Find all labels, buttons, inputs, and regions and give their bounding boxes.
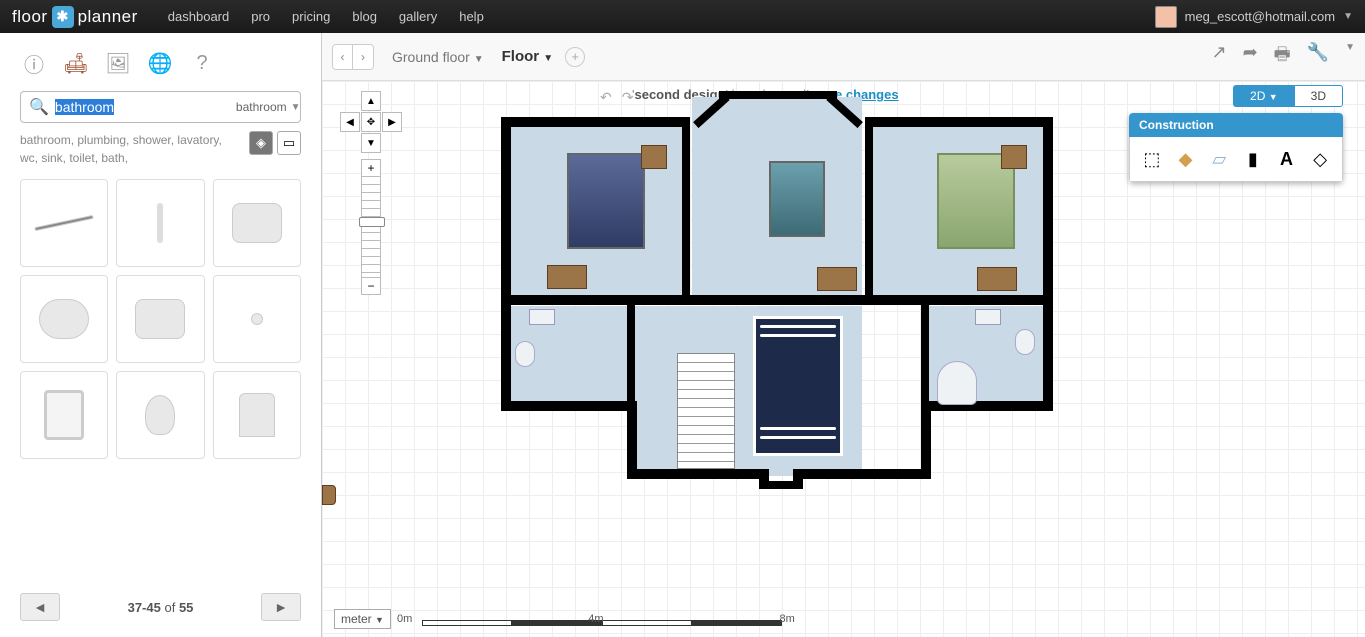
media-icon[interactable]: 🖼 <box>104 49 132 77</box>
add-floor-button[interactable]: + <box>565 47 585 67</box>
view-3d-button[interactable]: ◈ <box>249 131 273 155</box>
view-toggle: ◈ ▭ <box>249 131 301 155</box>
door-tool[interactable]: ▮ <box>1239 145 1267 173</box>
pan-zoom-control: ▲ ◀✥▶ ▼ + − <box>340 91 402 295</box>
furniture-icon[interactable]: 🛋 <box>62 49 90 77</box>
tags-row: bathroom, plumbing, shower, lavatory, wc… <box>20 131 301 167</box>
info-icon[interactable]: ⓘ <box>20 49 48 77</box>
nav-pro[interactable]: pro <box>251 9 270 24</box>
globe-icon[interactable]: 🌐 <box>146 49 174 77</box>
zoom-slider[interactable] <box>361 177 381 277</box>
logo-icon: ✱ <box>52 6 74 28</box>
history-forward-button[interactable]: › <box>353 45 373 69</box>
logo-text-2: planner <box>78 7 138 27</box>
draw-room-tool[interactable]: ⬚ <box>1138 145 1166 173</box>
sidebar-toolbar: ⓘ 🛋 🖼 🌐 ? <box>0 49 321 91</box>
logo-text-1: floor <box>12 7 48 27</box>
text-tool[interactable]: A <box>1273 145 1301 173</box>
item-urinal[interactable] <box>116 371 204 459</box>
grid-canvas[interactable]: ↶ ↷ 'second design' has changed! save ch… <box>322 81 1365 637</box>
pager-prev-button[interactable]: ◄ <box>20 593 60 621</box>
pan-up-button[interactable]: ▲ <box>361 91 381 111</box>
sidebar: ⓘ 🛋 🖼 🌐 ? 🔍 bathroom ▼ bathroom, plumbin… <box>0 33 322 637</box>
search-input[interactable] <box>55 99 236 115</box>
dimension-tool[interactable]: ◇ <box>1306 145 1334 173</box>
zoom-thumb[interactable] <box>359 217 385 227</box>
chevron-down-icon: ▼ <box>1343 11 1353 22</box>
items-grid <box>0 175 321 469</box>
pan-down-button[interactable]: ▼ <box>361 133 381 153</box>
construction-tools: ⬚ ◆ ▱ ▮ A ◇ <box>1129 137 1343 182</box>
pager-next-button[interactable]: ► <box>261 593 301 621</box>
scale-0: 0m <box>397 613 412 625</box>
filter-dropdown[interactable]: bathroom <box>236 100 287 114</box>
floor-name-dropdown[interactable]: Floor ▼ <box>502 48 554 65</box>
pager: ◄ 37-45 of 55 ► <box>0 577 321 637</box>
view-mode-toggle: 2D ▼ 3D <box>1233 85 1343 107</box>
canvas-toolbar: ‹ › Ground floor ▼ Floor ▼ + ↗ ➦ 🖶 🔧 ▼ <box>322 33 1365 81</box>
item-drain[interactable] <box>20 179 108 267</box>
view-2d-button[interactable]: ▭ <box>277 131 301 155</box>
construction-panel: Construction ⬚ ◆ ▱ ▮ A ◇ <box>1129 113 1343 182</box>
search-icon: 🔍 <box>29 97 49 117</box>
item-shower-head[interactable] <box>213 275 301 363</box>
item-bathtub-1[interactable] <box>213 179 301 267</box>
draw-wall-tool[interactable]: ◆ <box>1172 145 1200 173</box>
scale-8: 8m <box>780 613 795 625</box>
settings-icon[interactable]: 🔧 <box>1307 42 1329 72</box>
user-menu[interactable]: meg_escott@hotmail.com ▼ <box>1155 6 1353 28</box>
pan-left-button[interactable]: ◀ <box>340 112 360 132</box>
chevron-down-icon: ▼ <box>291 102 301 113</box>
nav-links: dashboard pro pricing blog gallery help <box>168 9 484 24</box>
avatar-icon <box>1155 6 1177 28</box>
item-mirror[interactable] <box>20 371 108 459</box>
top-navbar: floor ✱ planner dashboard pro pricing bl… <box>0 0 1365 33</box>
nav-dashboard[interactable]: dashboard <box>168 9 229 24</box>
nav-pricing[interactable]: pricing <box>292 9 330 24</box>
print-icon[interactable]: 🖶 <box>1274 42 1291 72</box>
item-tub-oval[interactable] <box>20 275 108 363</box>
nav-gallery[interactable]: gallery <box>399 9 437 24</box>
search-box: 🔍 bathroom ▼ <box>20 91 301 123</box>
construction-header[interactable]: Construction <box>1129 113 1343 137</box>
logo[interactable]: floor ✱ planner <box>12 6 138 28</box>
tag-list: bathroom, plumbing, shower, lavatory, wc… <box>20 131 241 167</box>
share-icon[interactable]: ➦ <box>1243 42 1258 72</box>
item-bathtub-2[interactable] <box>116 275 204 363</box>
pager-status: 37-45 of 55 <box>128 600 194 615</box>
view-2d-button[interactable]: 2D ▼ <box>1233 85 1294 107</box>
zoom-control: + − <box>361 159 381 295</box>
user-email: meg_escott@hotmail.com <box>1185 9 1335 24</box>
view-3d-button[interactable]: 3D <box>1294 85 1343 107</box>
zoom-in-button[interactable]: + <box>361 159 381 177</box>
pan-center-button[interactable]: ✥ <box>361 112 381 132</box>
canvas-area: ‹ › Ground floor ▼ Floor ▼ + ↗ ➦ 🖶 🔧 ▼ ↶ <box>322 33 1365 637</box>
nav-blog[interactable]: blog <box>352 9 377 24</box>
unit-selector[interactable]: meter ▼ <box>334 609 391 629</box>
history-back-button[interactable]: ‹ <box>333 45 353 69</box>
history-nav: ‹ › <box>332 44 374 70</box>
export-icon[interactable]: ↗ <box>1211 42 1226 72</box>
floor-selector[interactable]: Ground floor ▼ <box>392 49 484 65</box>
item-sink[interactable] <box>213 371 301 459</box>
zoom-out-button[interactable]: − <box>361 277 381 295</box>
item-faucet[interactable] <box>116 179 204 267</box>
more-icon[interactable]: ▼ <box>1345 42 1355 72</box>
scale-4: 4m <box>588 613 603 625</box>
scale-bar: meter ▼ 0m 4m 8m <box>334 609 825 629</box>
nav-help[interactable]: help <box>459 9 484 24</box>
pan-right-button[interactable]: ▶ <box>382 112 402 132</box>
help-icon[interactable]: ? <box>188 49 216 77</box>
toolbar-right: ↗ ➦ 🖶 🔧 ▼ <box>1211 42 1355 72</box>
loose-furniture[interactable] <box>322 485 336 505</box>
draw-surface-tool[interactable]: ▱ <box>1205 145 1233 173</box>
floorplan[interactable] <box>497 91 1067 491</box>
